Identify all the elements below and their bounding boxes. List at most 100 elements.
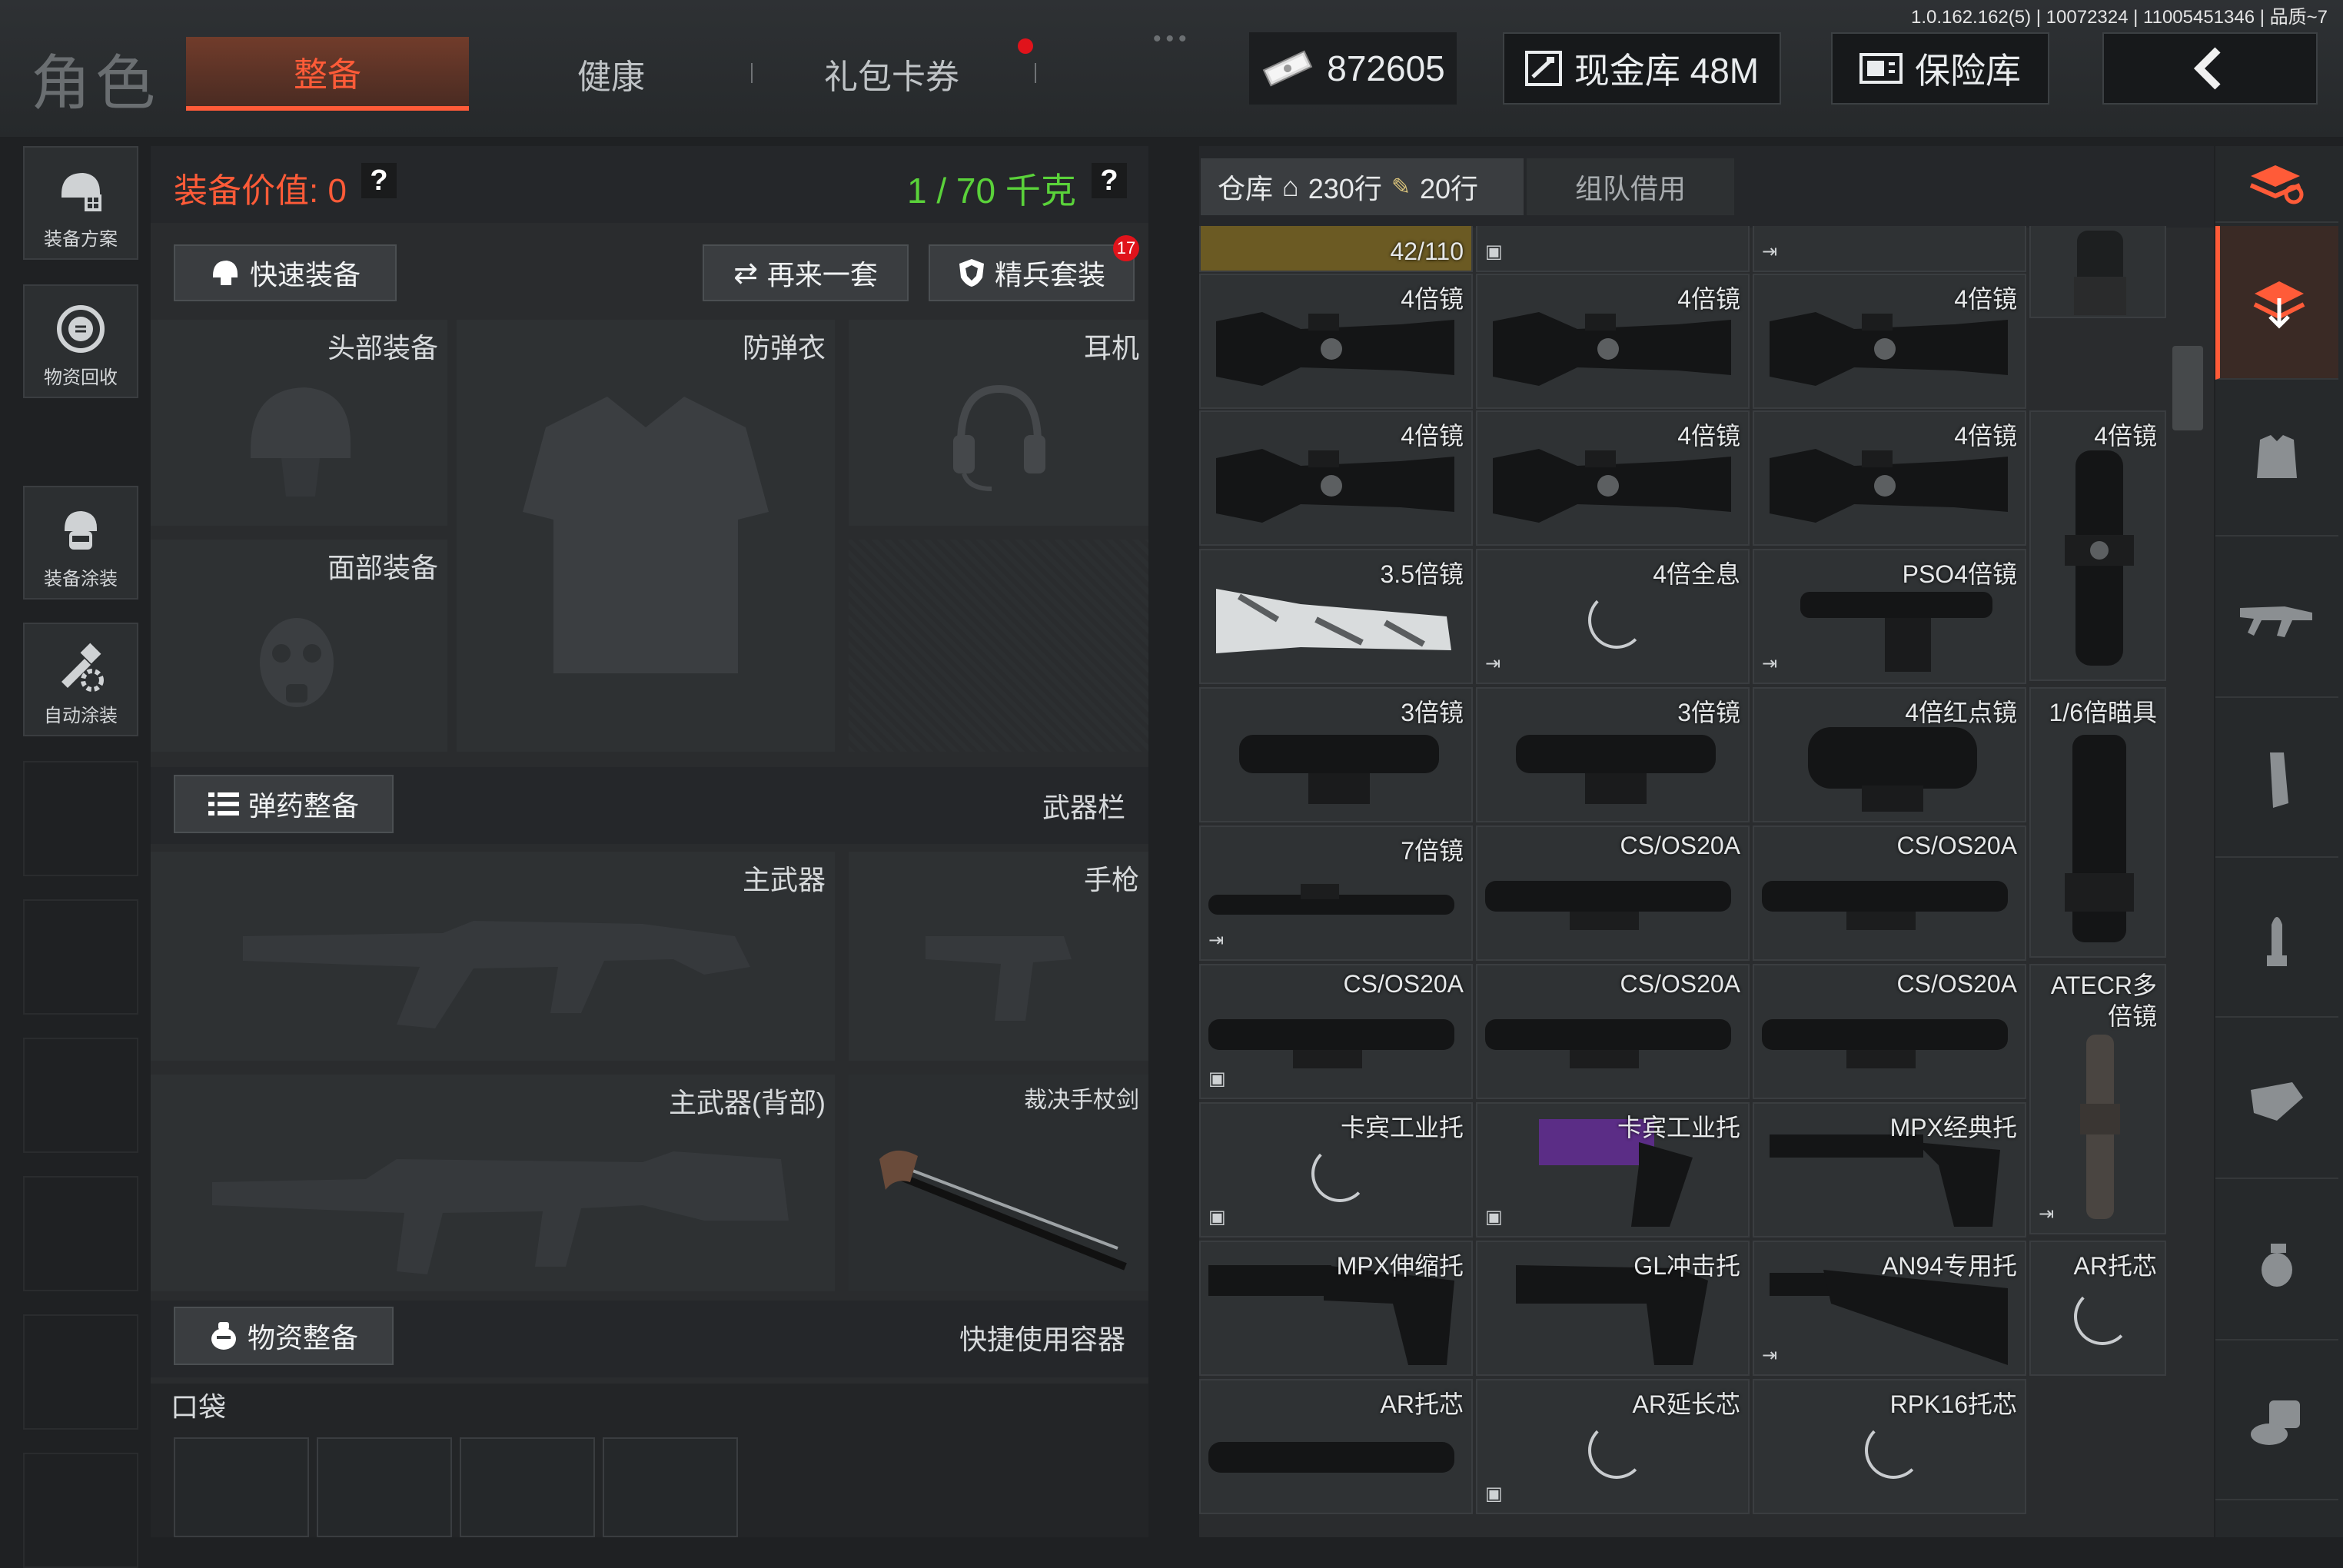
category-throwables[interactable] [2215, 1187, 2338, 1340]
bundle-icon: ▣ [1485, 241, 1503, 262]
head-gear-slot[interactable]: 头部装备 [151, 320, 447, 526]
inventory-item[interactable]: CS/OS20A [1476, 826, 1750, 961]
inventory-item[interactable]: AN94专用托 ⇥ [1753, 1241, 2026, 1376]
primary-weapon-slot[interactable]: 主武器 [151, 852, 835, 1061]
inventory-item[interactable]: 3倍镜 [1476, 687, 1750, 822]
sight-icon [2251, 1082, 2303, 1121]
supplies-equip-button[interactable]: 物资整备 [174, 1307, 394, 1365]
inventory-item[interactable]: CS/OS20A [1476, 964, 1750, 1099]
inventory-item[interactable]: 4倍镜 [1199, 410, 1473, 546]
inventory-item[interactable]: ⇥ [1753, 226, 2026, 272]
inventory-item[interactable]: CS/OS20A ▣ [1199, 964, 1473, 1099]
currency-display[interactable]: 872605 [1249, 32, 1457, 105]
inventory-item[interactable]: AR托芯 [2029, 1241, 2166, 1376]
item-label: 4倍镜 [1401, 285, 1464, 313]
inventory-item[interactable]: 4倍镜 [1753, 410, 2026, 546]
pocket-slot[interactable] [174, 1437, 309, 1537]
warehouse-tab-label: 仓库 [1218, 173, 1274, 204]
inventory-item[interactable]: 7倍镜 ⇥ [1199, 826, 1473, 961]
inventory-item[interactable]: 1/6倍瞄具 [2029, 687, 2166, 958]
item-label: AR托芯 [1380, 1390, 1464, 1418]
auto-paint-button[interactable]: 自动涂装 [23, 623, 138, 736]
category-armor[interactable] [2215, 383, 2338, 537]
value-help-button[interactable]: ? [361, 163, 397, 198]
repeat-set-button[interactable]: ⇄ 再来一套 [703, 244, 909, 301]
item-label: 3.5倍镜 [1380, 560, 1464, 588]
inventory-item[interactable]: MPX经典托 [1753, 1102, 2026, 1237]
face-gear-slot[interactable]: 面部装备 [151, 540, 447, 752]
item-label: AN94专用托 [1881, 1252, 2017, 1280]
headset-slot[interactable]: 耳机 [849, 320, 1148, 526]
loading-spinner-icon [1588, 592, 1645, 649]
cash-vault-button[interactable]: 现金库 48M [1503, 32, 1781, 105]
safe-box-button[interactable]: 保险库 [1831, 32, 2049, 105]
tab-divider [1035, 63, 1036, 83]
inventory-item[interactable]: RPK16托芯 [1753, 1379, 2026, 1514]
melee-slot[interactable]: 裁决手杖剑 [849, 1075, 1148, 1291]
inventory-item[interactable]: 4倍镜 [1476, 274, 1750, 409]
quick-equip-button[interactable]: 快速装备 [174, 244, 397, 301]
pistol-slot[interactable]: 手枪 [849, 852, 1148, 1061]
equipment-plan-label: 装备方案 [44, 229, 118, 250]
inventory-item[interactable]: AR托芯 [1199, 1379, 1473, 1514]
inventory-item[interactable]: AR延长芯 ▣ [1476, 1379, 1750, 1514]
supply-recycle-label: 物资回收 [44, 367, 118, 388]
headset-silhouette-icon [953, 384, 1045, 491]
inventory-item[interactable] [2029, 226, 2166, 318]
supply-recycle-button[interactable]: 物资回收 [23, 284, 138, 398]
category-ammo[interactable] [2215, 864, 2338, 1018]
back-button[interactable] [2102, 32, 2318, 105]
inventory-item[interactable]: 4倍红点镜 [1753, 687, 2026, 822]
back-weapon-slot[interactable]: 主武器(背部) [151, 1075, 835, 1291]
tab-health[interactable]: 健康 [523, 37, 700, 111]
melee-label: 裁决手杖剑 [1024, 1088, 1139, 1113]
pocket-slot[interactable] [317, 1437, 452, 1537]
left-nav: 装备方案 物资回收 装备涂装 自动涂装 [23, 146, 138, 1568]
tab-gift-coupons[interactable]: 礼包卡券 [799, 37, 984, 111]
warehouse-scrollbar[interactable] [2172, 346, 2203, 430]
inventory-item[interactable]: CS/OS20A [1753, 964, 2026, 1099]
category-attachments[interactable] [2215, 1025, 2338, 1179]
item-label: 卡宾工业托 [1340, 1114, 1464, 1141]
pocket-slot[interactable] [460, 1437, 595, 1537]
capacity-cell[interactable]: 42/110 [1199, 226, 1473, 272]
sort-button[interactable] [2215, 146, 2338, 223]
back-weapon-label: 主武器(背部) [669, 1087, 826, 1118]
warehouse-tab[interactable]: 仓库 ⌂ 230行 ✎ 20行 [1201, 158, 1524, 215]
inventory-item[interactable]: PSO4倍镜 ⇥ [1753, 549, 2026, 684]
team-borrow-tab[interactable]: 组队借用 [1527, 158, 1734, 215]
inventory-item[interactable]: 卡宾工业托 ▣ [1476, 1102, 1750, 1237]
inventory-item[interactable]: 4倍镜 [1476, 410, 1750, 546]
weight-help-button[interactable]: ? [1092, 163, 1127, 198]
inventory-item[interactable]: 4倍镜 [1753, 274, 2026, 409]
tab-equip[interactable]: 整备 [186, 37, 469, 111]
category-weapons[interactable] [2215, 544, 2338, 698]
inventory-item[interactable]: 卡宾工业托 ▣ [1199, 1102, 1473, 1237]
equipment-plan-button[interactable]: 装备方案 [23, 146, 138, 260]
item-label: CS/OS20A [1620, 832, 1740, 859]
bundle-icon: ▣ [1485, 1207, 1503, 1227]
ammo-equip-button[interactable]: 弹药整备 [174, 775, 394, 833]
inventory-item[interactable]: CS/OS20A [1753, 826, 2026, 961]
inventory-item[interactable]: ▣ [1476, 226, 1750, 272]
equipment-paint-button[interactable]: 装备涂装 [23, 486, 138, 600]
equipment-paint-label: 装备涂装 [44, 569, 118, 590]
category-all[interactable] [2215, 226, 2338, 380]
inventory-item[interactable]: 4倍镜 [1199, 274, 1473, 409]
category-magazines[interactable] [2215, 704, 2338, 858]
face-gear-label: 面部装备 [327, 552, 438, 583]
inventory-item[interactable]: ATECR多倍镜 ⇥ [2029, 964, 2166, 1234]
bundle-icon: ▣ [1208, 1207, 1226, 1227]
loading-spinner-icon [1588, 1422, 1645, 1479]
inventory-item[interactable]: GL冲击托 [1476, 1241, 1750, 1376]
inventory-item[interactable]: 3.5倍镜 [1199, 549, 1473, 684]
inventory-item[interactable]: 4倍全息 ⇥ [1476, 549, 1750, 684]
inventory-item[interactable]: 3倍镜 [1199, 687, 1473, 822]
pocket-slot[interactable] [603, 1437, 738, 1537]
cash-stack-icon [1261, 49, 1314, 88]
category-supplies[interactable] [2215, 1347, 2338, 1500]
elite-set-button[interactable]: 精兵套装 [929, 244, 1135, 301]
body-armor-slot[interactable]: 防弹衣 [457, 320, 835, 752]
inventory-item[interactable]: MPX伸缩托 [1199, 1241, 1473, 1376]
inventory-item[interactable]: 4倍镜 [2029, 410, 2166, 681]
